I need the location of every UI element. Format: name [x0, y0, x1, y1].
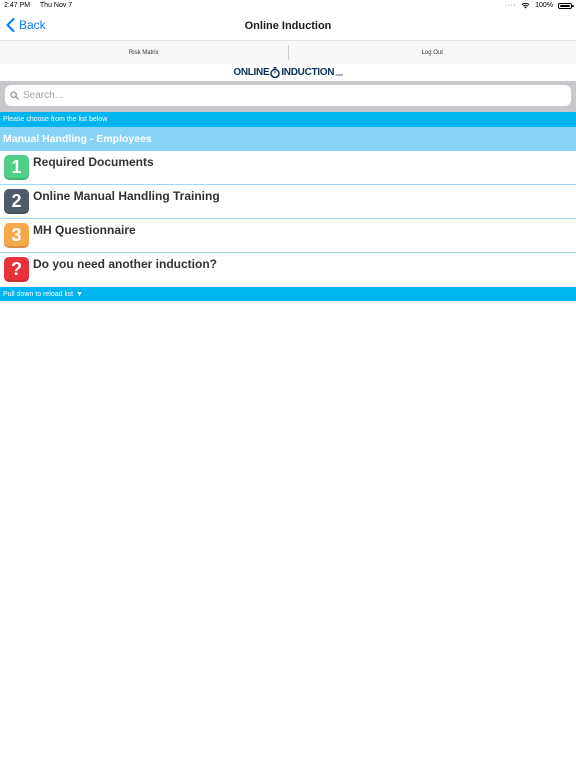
list-item-label: Online Manual Handling Training [33, 189, 220, 203]
logo-text-right: INDUCTION [281, 67, 335, 78]
list-item-label: MH Questionnaire [33, 223, 136, 237]
arrow-down-icon: ▼ [76, 290, 83, 298]
page-title: Online Induction [244, 20, 332, 32]
list-item-required-documents[interactable]: 1 Required Documents [0, 151, 576, 185]
logo-suffix: .com [335, 72, 343, 77]
online-induction-logo: ONLINE INDUCTION .com [233, 67, 343, 78]
number-two-icon: 2 [4, 189, 29, 214]
logo-text-left: ONLINE [233, 67, 270, 78]
status-left: 2:47 PM Thu Nov 7 [4, 2, 80, 9]
search-icon [10, 91, 19, 100]
question-mark-icon: ? [4, 257, 29, 282]
section-header: Manual Handling - Employees [0, 127, 576, 151]
status-right: ···· 100% [504, 2, 574, 9]
reload-hint: Pull down to reload list [3, 290, 74, 298]
status-bar: 2:47 PM Thu Nov 7 ···· 100% [0, 0, 576, 12]
status-date: Thu Nov 7 [39, 2, 73, 9]
search-bar [0, 81, 576, 112]
navigation-bar: Back Online Induction [0, 12, 576, 40]
list-item-another-induction[interactable]: ? Do you need another induction? [0, 253, 576, 287]
battery-icon [558, 2, 574, 9]
instruction-bar: Please choose from the list below [0, 112, 576, 127]
wifi-icon [521, 2, 530, 9]
list-item-manual-handling-training[interactable]: 2 Online Manual Handling Training [0, 185, 576, 219]
search-input[interactable] [23, 90, 571, 101]
tab-bar: Risk Matrix Log Out [0, 40, 576, 64]
list-item-mh-questionnaire[interactable]: 3 MH Questionnaire [0, 219, 576, 253]
battery-percent: 100% [535, 2, 553, 9]
induction-list: 1 Required Documents 2 Online Manual Han… [0, 151, 576, 287]
list-item-label: Do you need another induction? [33, 257, 217, 271]
number-one-icon: 1 [4, 155, 29, 180]
list-item-label: Required Documents [33, 155, 154, 169]
tab-risk-matrix[interactable]: Risk Matrix [0, 41, 288, 64]
search-field-container[interactable] [5, 85, 571, 106]
logo-row: ONLINE INDUCTION .com [0, 64, 576, 81]
number-three-icon: 3 [4, 223, 29, 248]
stopwatch-icon [270, 67, 281, 78]
signal-dots-icon: ···· [504, 2, 517, 9]
tab-log-out[interactable]: Log Out [289, 41, 576, 64]
status-time: 2:47 PM [4, 2, 31, 9]
pull-to-reload-bar: Pull down to reload list ▼ [0, 287, 576, 301]
